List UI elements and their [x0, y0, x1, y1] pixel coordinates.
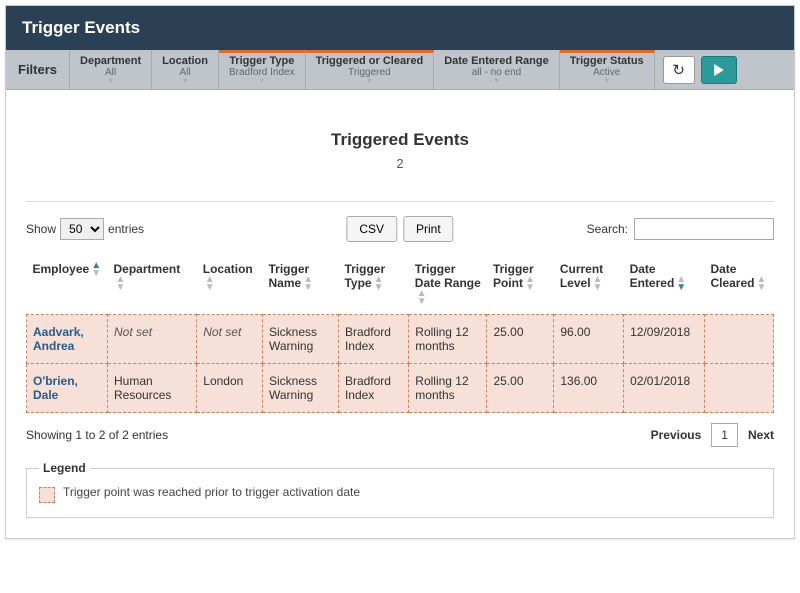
content: Triggered Events 2 Show 50 entries CSV P… [6, 90, 794, 538]
filter-department[interactable]: DepartmentAll▾ [70, 50, 152, 89]
run-button[interactable] [701, 56, 737, 84]
col-trigger-date-range[interactable]: Trigger Date Range▲▼ [409, 254, 487, 315]
department-cell: Human Resources [108, 364, 197, 413]
col-employee[interactable]: Employee▲▼ [27, 254, 108, 315]
range-cell: Rolling 12 months [409, 364, 487, 413]
employee-cell: O'brien, Dale [27, 364, 108, 413]
cleared-cell [704, 315, 773, 364]
col-trigger-name[interactable]: Trigger Name▲▼ [263, 254, 339, 315]
employee-cell: Aadvark, Andrea [27, 315, 108, 364]
refresh-icon: ↻ [672, 61, 685, 79]
filter-actions: ↻ [655, 50, 745, 89]
col-date-entered[interactable]: Date Entered▲▼ [624, 254, 705, 315]
cleared-cell [704, 364, 773, 413]
entries-control: Show 50 entries [26, 218, 144, 240]
page-title: Trigger Events [6, 6, 794, 50]
trigger-name-cell: Sickness Warning [263, 315, 339, 364]
show-label: Show [26, 222, 56, 236]
search-input[interactable] [634, 218, 774, 240]
col-current-level[interactable]: Current Level▲▼ [554, 254, 624, 315]
chevron-down-icon: ▾ [260, 78, 264, 84]
trigger-type-cell: Bradford Index [338, 364, 408, 413]
location-cell: London [197, 364, 263, 413]
legend-item: Trigger point was reached prior to trigg… [39, 485, 761, 503]
filter-trigger-status[interactable]: Trigger StatusActive▾ [560, 50, 655, 89]
chevron-down-icon: ▾ [494, 78, 498, 84]
trigger-type-cell: Bradford Index [338, 315, 408, 364]
filter-bar: Filters DepartmentAll▾LocationAll▾Trigge… [6, 50, 794, 90]
point-cell: 25.00 [487, 364, 554, 413]
legend: Legend Trigger point was reached prior t… [26, 461, 774, 518]
sort-icon: ▲▼ [756, 276, 766, 292]
entered-cell: 02/01/2018 [624, 364, 705, 413]
showing-text: Showing 1 to 2 of 2 entries [26, 428, 168, 442]
filter-date-entered-range[interactable]: Date Entered Rangeall - no end▾ [434, 50, 560, 89]
table-controls: Show 50 entries CSV Print Search: [26, 218, 774, 240]
range-cell: Rolling 12 months [409, 315, 487, 364]
point-cell: 25.00 [487, 315, 554, 364]
sort-icon: ▲▼ [593, 276, 603, 292]
summary-count: 2 [26, 156, 774, 171]
col-date-cleared[interactable]: Date Cleared▲▼ [704, 254, 773, 315]
filter-trigger-type[interactable]: Trigger TypeBradford Index▾ [219, 50, 306, 89]
pager: Previous 1 Next [651, 423, 774, 447]
chevron-down-icon: ▾ [183, 78, 187, 84]
filters-label: Filters [6, 50, 70, 89]
filter-title: Department [80, 55, 141, 67]
chevron-down-icon: ▾ [109, 78, 113, 84]
app-window: Trigger Events Filters DepartmentAll▾Loc… [5, 5, 795, 539]
entries-label: entries [108, 222, 144, 236]
col-location[interactable]: Location▲▼ [197, 254, 263, 315]
prev-button[interactable]: Previous [651, 428, 702, 442]
filter-title: Trigger Type [229, 55, 294, 67]
chevron-down-icon: ▾ [367, 78, 371, 84]
csv-button[interactable]: CSV [346, 216, 397, 242]
col-trigger-point[interactable]: Trigger Point▲▼ [487, 254, 554, 315]
filter-title: Trigger Status [570, 55, 644, 67]
filter-title: Date Entered Range [444, 55, 549, 67]
filter-location[interactable]: LocationAll▾ [152, 50, 219, 89]
department-cell: Not set [108, 315, 197, 364]
separator [26, 201, 774, 202]
level-cell: 96.00 [554, 315, 624, 364]
summary-heading: Triggered Events [26, 130, 774, 150]
print-button[interactable]: Print [403, 216, 454, 242]
legend-title: Legend [39, 461, 90, 475]
filter-title: Triggered or Cleared [316, 55, 424, 67]
events-table: Employee▲▼Department▲▼Location▲▼Trigger … [26, 254, 774, 413]
sort-icon: ▲▼ [525, 276, 535, 292]
table-footer: Showing 1 to 2 of 2 entries Previous 1 N… [26, 423, 774, 447]
table-row: Aadvark, AndreaNot setNot setSickness Wa… [27, 315, 774, 364]
legend-text: Trigger point was reached prior to trigg… [63, 485, 360, 499]
next-button[interactable]: Next [748, 428, 774, 442]
legend-swatch [39, 487, 55, 503]
export-buttons: CSV Print [346, 216, 453, 242]
filter-title: Location [162, 55, 208, 67]
sort-icon: ▲▼ [205, 276, 215, 292]
search-label: Search: [587, 222, 628, 236]
col-trigger-type[interactable]: Trigger Type▲▼ [338, 254, 408, 315]
page-number[interactable]: 1 [711, 423, 738, 447]
sort-icon: ▲▼ [417, 290, 427, 306]
search-control: Search: [587, 218, 774, 240]
sort-icon: ▲▼ [676, 276, 686, 292]
sort-icon: ▲▼ [374, 276, 384, 292]
sort-icon: ▲▼ [303, 276, 313, 292]
refresh-button[interactable]: ↻ [663, 56, 695, 84]
trigger-name-cell: Sickness Warning [263, 364, 339, 413]
summary: Triggered Events 2 [26, 130, 774, 171]
play-icon [713, 64, 725, 76]
level-cell: 136.00 [554, 364, 624, 413]
sort-icon: ▲▼ [91, 262, 101, 278]
col-department[interactable]: Department▲▼ [108, 254, 197, 315]
table-row: O'brien, DaleHuman ResourcesLondonSickne… [27, 364, 774, 413]
sort-icon: ▲▼ [116, 276, 126, 292]
location-cell: Not set [197, 315, 263, 364]
entries-select[interactable]: 50 [60, 218, 104, 240]
filter-triggered-or-cleared[interactable]: Triggered or ClearedTriggered▾ [306, 50, 435, 89]
chevron-down-icon: ▾ [605, 78, 609, 84]
entered-cell: 12/09/2018 [624, 315, 705, 364]
